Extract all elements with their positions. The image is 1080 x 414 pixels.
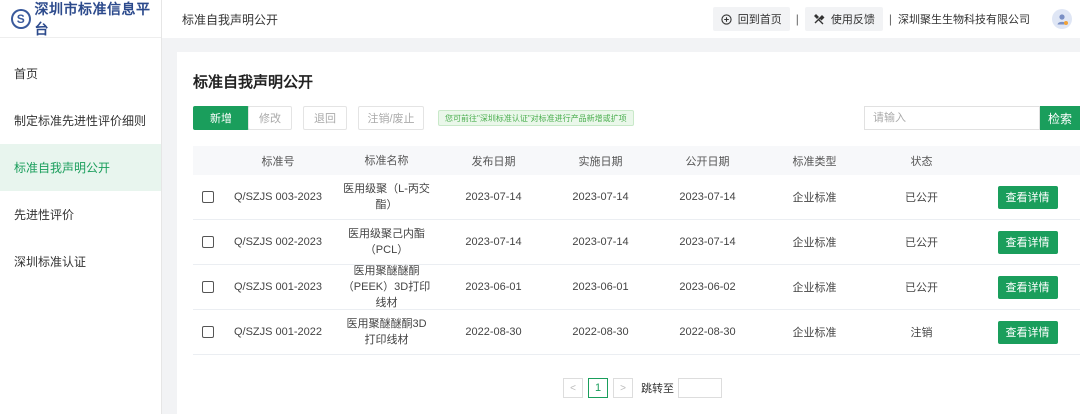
view-details-button[interactable]: 查看详情 — [997, 230, 1058, 254]
table-row: Q/SZJS 002-2023 医用级聚己内酯（PCL） 2023-07-14 … — [193, 220, 1080, 265]
issue-date: 2023-07-14 — [465, 191, 522, 203]
row-checkbox[interactable] — [202, 281, 214, 293]
top-bar: 标准自我声明公开 回到首页 | 使用反馈 | 深圳聚生生物科技有限公司 — [162, 0, 1080, 38]
standard-type: 企业标准 — [792, 192, 837, 204]
logo[interactable]: S 深圳市标准信息平台 — [0, 0, 161, 38]
row-checkbox[interactable] — [202, 236, 214, 248]
table-row: Q/SZJS 003-2023 医用级聚（L-丙交酯） 2023-07-14 2… — [193, 175, 1080, 220]
implementation-date: 2023-07-14 — [572, 236, 629, 248]
publish-date: 2023-06-02 — [679, 281, 736, 293]
home-icon — [721, 13, 732, 25]
standard-type: 企业标准 — [792, 327, 837, 339]
issue-date: 2023-07-14 — [465, 236, 522, 248]
column-header: 发布日期 — [471, 155, 516, 168]
home-label: 回到首页 — [737, 14, 782, 26]
publish-date: 2023-07-14 — [679, 191, 736, 203]
column-header: 标准类型 — [792, 155, 837, 168]
row-checkbox[interactable] — [202, 191, 214, 203]
sidebar-item-evaluation-rules[interactable]: 制定标准先进性评价细则 — [0, 97, 161, 144]
page-jump-input[interactable] — [678, 378, 722, 398]
standard-type: 企业标准 — [792, 282, 837, 294]
standard-code: Q/SZJS 001-2022 — [233, 326, 323, 338]
prev-page-button[interactable]: < — [563, 378, 583, 398]
status-text: 已公开 — [905, 237, 938, 249]
logo-text: 深圳市标准信息平台 — [34, 0, 151, 37]
page-number-current[interactable]: 1 — [588, 378, 608, 398]
sidebar: S 深圳市标准信息平台 首页 制定标准先进性评价细则 标准自我声明公开 先进性评… — [0, 0, 162, 414]
standard-code: Q/SZJS 002-2023 — [233, 236, 323, 248]
implementation-date: 2023-06-01 — [572, 281, 629, 293]
search-button[interactable]: 检索 — [1040, 106, 1080, 130]
standard-type: 企业标准 — [792, 237, 837, 249]
feedback-button[interactable]: 使用反馈 — [804, 7, 883, 31]
tools-icon — [813, 14, 825, 25]
status-text: 注销 — [910, 327, 933, 339]
pagination: < 1 > 跳转至 — [563, 378, 722, 398]
standards-table: 标准号 标准名称 发布日期 实施日期 公开日期 标准类型 状态 Q/SZJS 0… — [193, 146, 1080, 355]
implementation-date: 2023-07-14 — [572, 191, 629, 203]
column-header: 公开日期 — [685, 155, 730, 168]
standard-name: 医用级聚（L-丙交酯） — [343, 183, 430, 211]
jump-label: 跳转至 — [641, 383, 674, 395]
column-header: 状态 — [910, 155, 933, 168]
search-input[interactable] — [864, 106, 1040, 130]
sidebar-item-advanced-evaluation[interactable]: 先进性评价 — [0, 191, 161, 238]
edit-button[interactable]: 修改 — [248, 106, 292, 130]
standard-name: 医用级聚己内酯（PCL） — [348, 228, 425, 256]
separator: | — [888, 12, 892, 26]
separator: | — [795, 12, 799, 26]
status-text: 已公开 — [905, 192, 938, 204]
sidebar-item-certification[interactable]: 深圳标准认证 — [0, 238, 161, 285]
next-page-button[interactable]: > — [613, 378, 633, 398]
feedback-label: 使用反馈 — [830, 14, 875, 26]
avatar[interactable] — [1052, 9, 1072, 29]
logo-icon: S — [11, 8, 31, 29]
publish-date: 2023-07-14 — [679, 236, 736, 248]
column-header: 标准号 — [261, 155, 295, 168]
standard-code: Q/SZJS 003-2023 — [233, 191, 323, 203]
row-checkbox[interactable] — [202, 326, 214, 338]
column-header: 实施日期 — [578, 155, 623, 168]
status-text: 已公开 — [905, 282, 938, 294]
implementation-date: 2022-08-30 — [572, 326, 629, 338]
table-row: Q/SZJS 001-2022 医用聚醚醚酮3D打印线材 2022-08-30 … — [193, 310, 1080, 355]
home-button[interactable]: 回到首页 — [712, 7, 790, 31]
table-header: 标准号 标准名称 发布日期 实施日期 公开日期 标准类型 状态 — [193, 146, 1080, 175]
page-title: 标准自我声明公开 — [193, 74, 314, 91]
view-details-button[interactable]: 查看详情 — [997, 320, 1058, 344]
user-icon — [1057, 14, 1068, 25]
view-details-button[interactable]: 查看详情 — [997, 275, 1058, 299]
breadcrumb: 标准自我声明公开 — [182, 12, 279, 27]
company-name[interactable]: 深圳聚生生物科技有限公司 — [898, 11, 1030, 27]
publish-date: 2022-08-30 — [679, 326, 736, 338]
sidebar-item-home[interactable]: 首页 — [0, 50, 161, 97]
standard-name: 医用聚醚醚酮3D打印线材 — [346, 318, 427, 346]
standard-name: 医用聚醚醚酮（PEEK）3D打印线材 — [342, 265, 431, 309]
hint-badge: 您可前往"深圳标准认证"对标准进行产品新增或扩项 — [438, 110, 634, 126]
standard-code: Q/SZJS 001-2023 — [233, 281, 323, 293]
add-button[interactable]: 新增 — [193, 106, 249, 130]
main-panel: 标准自我声明公开 新增 修改 退回 注销/废止 您可前往"深圳标准认证"对标准进… — [177, 52, 1080, 414]
table-row: Q/SZJS 001-2023 医用聚醚醚酮（PEEK）3D打印线材 2023-… — [193, 265, 1080, 310]
sidebar-item-self-declaration[interactable]: 标准自我声明公开 — [0, 144, 161, 191]
return-button[interactable]: 退回 — [303, 106, 347, 130]
issue-date: 2022-08-30 — [465, 326, 522, 338]
issue-date: 2023-06-01 — [465, 281, 522, 293]
view-details-button[interactable]: 查看详情 — [997, 185, 1058, 209]
revoke-button[interactable]: 注销/废止 — [358, 106, 424, 130]
column-header: 标准名称 — [364, 154, 409, 167]
